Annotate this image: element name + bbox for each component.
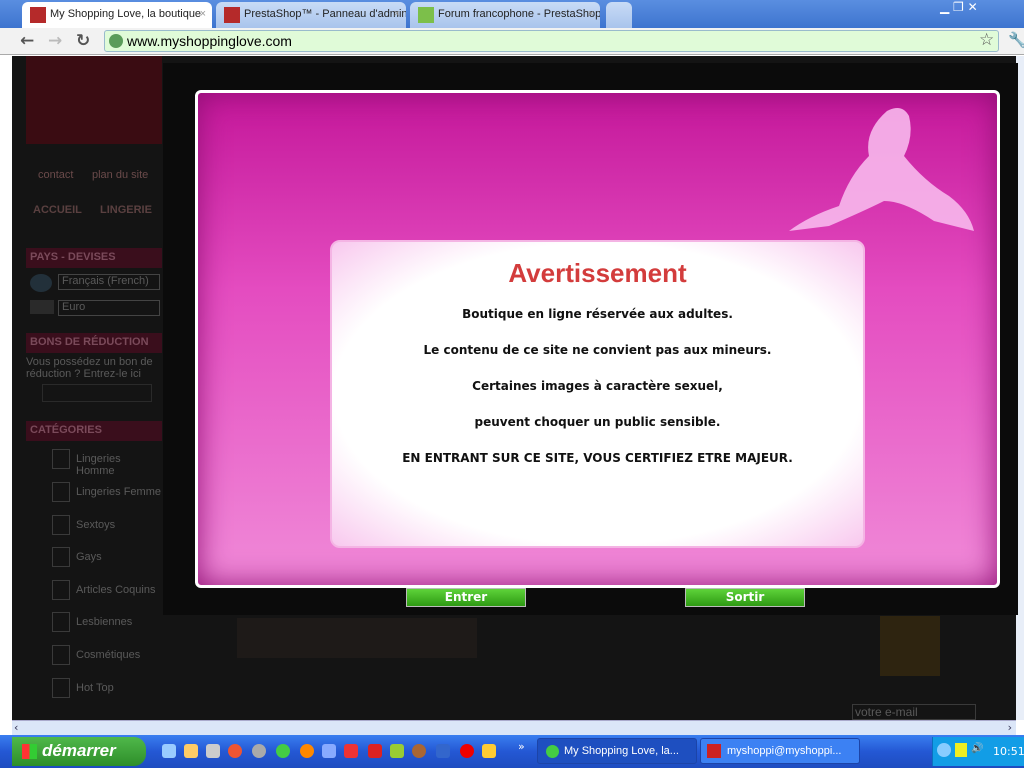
menu-lingerie[interactable]: LINGERIE [100, 204, 152, 216]
back-icon[interactable]: ← [20, 31, 34, 51]
category-link[interactable]: Articles Coquins [76, 584, 162, 596]
acrobat-icon[interactable] [368, 744, 382, 758]
new-tab-button[interactable] [606, 2, 632, 28]
category-link[interactable]: Lingeries Homme [76, 453, 162, 477]
tab-bar: My Shopping Love, la boutique × PrestaSho… [0, 0, 1024, 28]
quicklaunch-overflow-icon[interactable]: » [518, 740, 525, 753]
taskbar-item-filezilla[interactable]: myshoppi@myshoppi... [700, 738, 860, 764]
category-icon [52, 515, 70, 535]
category-icon [52, 449, 70, 469]
chrome-icon [546, 745, 559, 758]
categories-header: CATÉGORIES [26, 421, 162, 441]
category-link[interactable]: Gays [76, 551, 162, 563]
wrench-icon[interactable]: 🔧 [1008, 31, 1024, 49]
windows-logo-icon [22, 744, 37, 759]
tray-app-icon[interactable] [955, 743, 967, 757]
newsletter-email-input[interactable]: votre e-mail [852, 704, 976, 720]
category-link[interactable]: Cosmétiques [76, 649, 162, 661]
menu-accueil[interactable]: ACCUEIL [33, 204, 82, 216]
taskbar [0, 735, 1024, 768]
tray-expand-icon[interactable] [937, 743, 951, 757]
sitemap-link[interactable]: plan du site [92, 169, 148, 181]
opera-icon[interactable] [460, 744, 474, 758]
site-logo [26, 56, 162, 144]
warning-title: Avertissement [508, 258, 687, 288]
category-icon [52, 612, 70, 632]
volume-icon[interactable]: 🔊 [971, 743, 983, 754]
horizontal-scrollbar[interactable]: ‹ › [12, 720, 1016, 735]
window-controls[interactable]: ▁ ❐ ✕ [940, 0, 1020, 18]
quicklaunch-icon[interactable] [252, 744, 266, 758]
close-tab-icon[interactable]: × [394, 8, 400, 20]
voucher-header: BONS DE RÉDUCTION [26, 333, 162, 353]
voucher-input[interactable] [42, 384, 152, 402]
quicklaunch-icon[interactable] [184, 744, 198, 758]
warning-line: Le contenu de ce site ne convient pas au… [423, 343, 772, 357]
quicklaunch-icon[interactable] [436, 744, 450, 758]
tab-myshoppinglove[interactable]: My Shopping Love, la boutique × [22, 2, 212, 28]
category-link[interactable]: Lesbiennes [76, 616, 162, 628]
currency-select[interactable]: Euro [58, 300, 160, 316]
address-bar[interactable]: www.myshoppinglove.com [104, 30, 999, 52]
gift-icon [880, 616, 940, 676]
category-icon [52, 645, 70, 665]
warning-line: Boutique en ligne réservée aux adultes. [462, 307, 733, 321]
language-select[interactable]: Français (French) [58, 274, 160, 290]
scroll-right-icon[interactable]: › [1008, 721, 1012, 734]
quicklaunch-icon[interactable] [322, 744, 336, 758]
quicklaunch-icon[interactable] [206, 744, 220, 758]
category-link[interactable]: Lingeries Femme [76, 486, 162, 498]
filezilla-icon [707, 744, 721, 758]
voucher-text: Vous possédez un bon de réduction ? Entr… [26, 356, 153, 380]
contact-link[interactable]: contact [38, 169, 73, 181]
currency-header: PAYS - DEVISES [26, 248, 162, 268]
warning-line: Certaines images à caractère sexuel, [472, 379, 723, 393]
quicklaunch-icon[interactable] [162, 744, 176, 758]
bookmark-star-icon[interactable]: ☆ [979, 30, 994, 50]
category-icon [52, 482, 70, 502]
exit-button[interactable]: Sortir [685, 588, 805, 607]
warning-panel: Avertissement Boutique en ligne réservée… [330, 240, 865, 548]
silhouette-decoration [789, 107, 974, 231]
category-link[interactable]: Sextoys [76, 519, 162, 531]
close-tab-icon[interactable]: × [588, 8, 594, 20]
forward-icon[interactable]: → [48, 31, 62, 51]
warning-line: peuvent choquer un public sensible. [474, 415, 721, 429]
quicklaunch-icon[interactable] [390, 744, 404, 758]
warning-line: EN ENTRANT SUR CE SITE, VOUS CERTIFIEZ E… [402, 451, 793, 465]
category-icon [52, 547, 70, 567]
system-tray: 🔊 10:51 [932, 737, 1024, 766]
globe-flags-icon [30, 274, 52, 292]
currency-icon [30, 300, 54, 314]
prestashop-favicon-icon [224, 7, 240, 23]
globe-icon [109, 34, 123, 48]
chrome-icon[interactable] [276, 744, 290, 758]
scroll-left-icon[interactable]: ‹ [14, 721, 18, 734]
quicklaunch-icon[interactable] [344, 744, 358, 758]
category-icon [52, 678, 70, 698]
firefox-icon[interactable] [300, 744, 314, 758]
product-banner [237, 618, 477, 658]
enter-button[interactable]: Entrer [406, 588, 526, 607]
tab-prestashop-admin[interactable]: PrestaShop™ - Panneau d'admin × [216, 2, 406, 28]
tab-forum[interactable]: Forum francophone - PrestaShop × [410, 2, 600, 28]
reload-icon[interactable]: ↻ [76, 31, 90, 51]
clock: 10:51 [993, 745, 1024, 758]
taskbar-item-chrome[interactable]: My Shopping Love, la... [537, 738, 697, 764]
category-link[interactable]: Hot Top [76, 682, 162, 694]
category-icon [52, 580, 70, 600]
forum-favicon-icon [418, 7, 434, 23]
close-tab-icon[interactable]: × [200, 8, 206, 20]
quicklaunch-icon[interactable] [482, 744, 496, 758]
quicklaunch-icon[interactable] [412, 744, 426, 758]
site-favicon-icon [30, 7, 46, 23]
quicklaunch-icon[interactable] [228, 744, 242, 758]
start-button[interactable]: démarrer [12, 737, 146, 766]
